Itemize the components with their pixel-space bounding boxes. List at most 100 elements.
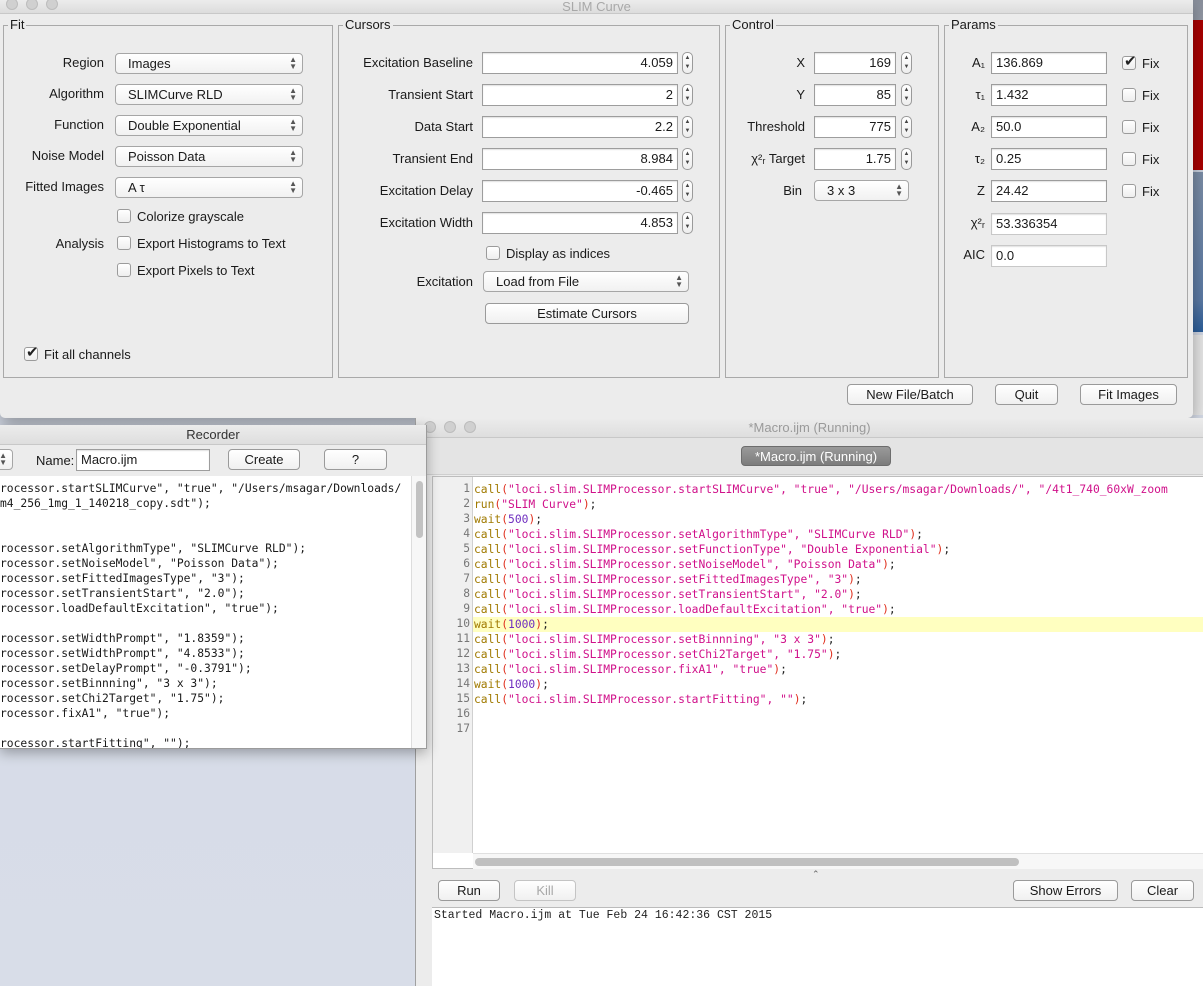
line-number-gutter: 1 2 3 4 5 6 7 8 9 10 11 12 13 14 15 16 17 <box>433 477 473 853</box>
scrollbar-thumb[interactable] <box>475 858 1019 866</box>
kill-button[interactable]: Kill <box>514 880 576 901</box>
line-number: 8 <box>463 587 470 600</box>
code-token: ; <box>834 648 842 661</box>
select-arrows-icon: ▲ ▼ <box>289 179 297 195</box>
chi2-field[interactable]: 53.336354 <box>991 213 1107 235</box>
param-label: A₁ <box>971 55 985 70</box>
tab-macro-ijm[interactable]: *Macro.ijm (Running) <box>741 446 891 466</box>
control-value-field[interactable]: 85 <box>814 84 896 106</box>
fix-checkbox[interactable] <box>1122 152 1136 166</box>
name-label: Name: <box>36 453 75 468</box>
fix-checkbox[interactable] <box>1122 120 1136 134</box>
bin-select[interactable]: 3 x 3 ▲ ▼ <box>814 180 909 201</box>
colorize-grayscale-checkbox[interactable] <box>117 209 131 223</box>
horizontal-scrollbar[interactable] <box>473 853 1203 869</box>
macro-name-input[interactable]: Macro.ijm <box>76 449 210 471</box>
code-token: ; <box>854 588 862 601</box>
stepper-icon[interactable]: ▲ ▼ <box>901 52 912 74</box>
code-token: ( <box>501 558 509 571</box>
code-token: ( <box>501 618 509 631</box>
show-errors-button[interactable]: Show Errors <box>1013 880 1118 901</box>
param-value-field[interactable]: 24.42 <box>991 180 1107 202</box>
scrollbar-thumb[interactable] <box>416 481 423 538</box>
param-value-field[interactable]: 136.869 <box>991 52 1107 74</box>
cursor-value-field[interactable]: 4.059 <box>482 52 678 74</box>
recorder-line: rocessor.setBinnning", "3 x 3"); <box>0 677 218 690</box>
control-value-field[interactable]: 775 <box>814 116 896 138</box>
fitted-images-select[interactable]: A τ ▲ ▼ <box>115 177 303 198</box>
code-token: call <box>474 633 502 646</box>
split-pane-grip-icon[interactable]: ⌃ <box>812 869 820 880</box>
code-token: ) <box>848 573 855 586</box>
line-number: 15 <box>456 692 470 705</box>
code-token: call <box>474 573 502 586</box>
help-button[interactable]: ? <box>324 449 387 470</box>
fix-checkbox[interactable] <box>1122 184 1136 198</box>
clear-button[interactable]: Clear <box>1131 880 1194 901</box>
display-as-indices-checkbox[interactable] <box>486 246 500 260</box>
vertical-scrollbar[interactable] <box>411 476 426 748</box>
recorder-line: m4_256_1mg_1_140218_copy.sdt"); <box>0 497 211 510</box>
stepper-icon[interactable]: ▲ ▼ <box>682 212 693 234</box>
function-select[interactable]: Double Exponential ▲ ▼ <box>115 115 303 136</box>
cursor-value-field[interactable]: 2 <box>482 84 678 106</box>
stepper-icon[interactable]: ▲ ▼ <box>682 116 693 138</box>
aic-field[interactable]: 0.0 <box>991 245 1107 267</box>
recorder-text-area[interactable]: rocessor.startSLIMCurve", "true", "/User… <box>0 476 411 748</box>
region-select[interactable]: Images ▲ ▼ <box>115 53 303 74</box>
fit-images-button[interactable]: Fit Images <box>1080 384 1177 405</box>
recorder-titlebar[interactable]: Recorder <box>0 425 426 445</box>
window-title: *Macro.ijm (Running) <box>748 420 871 435</box>
code-token: ; <box>943 543 951 556</box>
create-button[interactable]: Create <box>228 449 300 470</box>
fix-checkbox[interactable] <box>1122 52 1137 70</box>
record-mode-select[interactable]: ▲ ▼ <box>0 449 13 470</box>
export-histograms-checkbox[interactable] <box>117 236 131 250</box>
code-editor[interactable]: 1 2 3 4 5 6 7 8 9 10 11 12 13 14 15 16 17 call("loci.sli… <box>432 476 1203 869</box>
noise-model-label: Noise Model <box>31 148 104 163</box>
cursor-value-field[interactable]: -0.465 <box>482 180 678 202</box>
fit-all-channels-checkbox[interactable] <box>24 343 39 361</box>
param-value-field[interactable]: 0.25 <box>991 148 1107 170</box>
control-label: Y <box>796 87 805 102</box>
stepper-icon[interactable]: ▲ ▼ <box>901 148 912 170</box>
cursor-value-field[interactable]: 8.984 <box>482 148 678 170</box>
quit-button[interactable]: Quit <box>995 384 1058 405</box>
control-value-field[interactable]: 169 <box>814 52 896 74</box>
control-value-field[interactable]: 1.75 <box>814 148 896 170</box>
code-token: ( <box>501 483 509 496</box>
new-file-batch-button[interactable]: New File/Batch <box>847 384 973 405</box>
macro-editor-window: *Macro.ijm (Running) *Macro.ijm (Running… <box>415 418 1203 986</box>
code-token: ( <box>501 633 509 646</box>
fix-checkbox[interactable] <box>1122 88 1136 102</box>
code-token: ( <box>501 648 509 661</box>
code-area[interactable]: call("loci.slim.SLIMProcessor.startSLIMC… <box>473 477 1203 853</box>
stepper-icon[interactable]: ▲ ▼ <box>901 116 912 138</box>
cursor-value-field[interactable]: 2.2 <box>482 116 678 138</box>
noise-model-select[interactable]: Poisson Data ▲ ▼ <box>115 146 303 167</box>
excitation-select[interactable]: Load from File ▲ ▼ <box>483 271 689 292</box>
export-pixels-checkbox[interactable] <box>117 263 131 277</box>
control-group: Control X 169 ▲ ▼ Y 85 ▲ ▼ Threshold 775 ▲ ▼ χ²ᵣ Tar… <box>725 17 939 378</box>
macro-titlebar[interactable]: *Macro.ijm (Running) <box>416 418 1203 438</box>
code-line: wait(500); <box>473 512 1203 527</box>
algorithm-select[interactable]: SLIMCurve RLD ▲ ▼ <box>115 84 303 105</box>
estimate-cursors-button[interactable]: Estimate Cursors <box>485 303 689 324</box>
code-token: call <box>474 543 502 556</box>
slim-titlebar[interactable]: SLIM Curve <box>0 0 1193 14</box>
param-value-field[interactable]: 1.432 <box>991 84 1107 106</box>
stepper-icon[interactable]: ▲ ▼ <box>682 148 693 170</box>
cursor-value-field[interactable]: 4.853 <box>482 212 678 234</box>
noise-model-value: Poisson Data <box>128 149 206 164</box>
run-button[interactable]: Run <box>438 880 500 901</box>
code-line: call("loci.slim.SLIMProcessor.loadDefaul… <box>473 602 1203 617</box>
code-token: ; <box>916 528 923 541</box>
stepper-icon[interactable]: ▲ ▼ <box>682 84 693 106</box>
param-value-field[interactable]: 50.0 <box>991 116 1107 138</box>
output-log[interactable]: Started Macro.ijm at Tue Feb 24 16:42:36… <box>432 907 1203 986</box>
stepper-icon[interactable]: ▲ ▼ <box>901 84 912 106</box>
stepper-icon[interactable]: ▲ ▼ <box>682 180 693 202</box>
code-line: call("loci.slim.SLIMProcessor.startFitti… <box>473 692 1203 707</box>
stepper-icon[interactable]: ▲ ▼ <box>682 52 693 74</box>
fit-all-channels-label: Fit all channels <box>44 347 131 362</box>
